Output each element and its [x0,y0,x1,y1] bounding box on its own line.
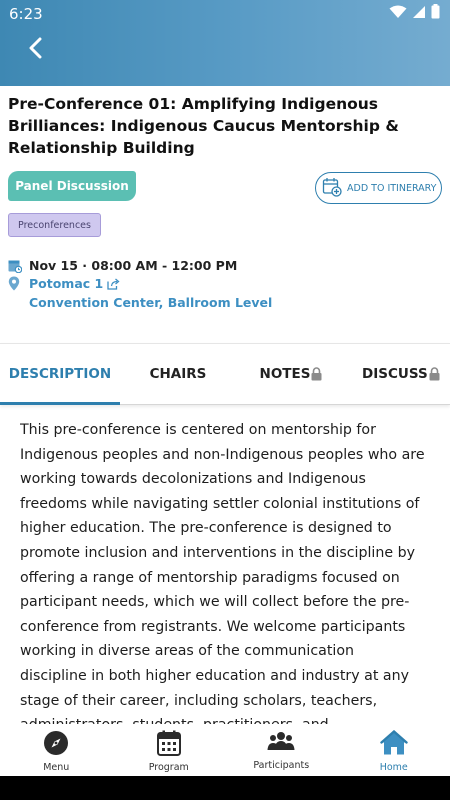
session-type-badge: Panel Discussion [8,171,136,201]
app-header: 6:23 [0,0,450,86]
tab-chairs-label: CHAIRS [149,366,207,382]
battery-icon [431,4,440,23]
add-to-itinerary-button[interactable]: ADD TO ITINERARY [315,172,442,204]
session-tabs: DESCRIPTION CHAIRS NOTES DISCUSS [0,343,450,405]
session-room: Potomac 1 [29,276,104,291]
session-title: Pre-Conference 01: Amplifying Indigenous… [8,95,399,157]
session-venue[interactable]: Convention Center, Ballroom Level [29,295,272,310]
wifi-icon [389,4,407,23]
share-icon [107,278,120,290]
people-icon [267,730,295,758]
category-tag[interactable]: Preconferences [8,213,101,237]
system-nav-bar [0,776,450,800]
nav-home-label: Home [379,762,408,773]
tab-notes-label: NOTES [259,366,311,382]
tab-discuss[interactable]: DISCUSS [346,344,450,404]
session-datetime: Nov 15 · 08:00 AM - 12:00 PM [29,258,238,273]
calendar-icon [156,730,181,760]
lock-icon [429,367,440,381]
tab-description[interactable]: DESCRIPTION [0,344,120,405]
nav-participants-label: Participants [253,760,310,771]
nav-menu-label: Menu [43,762,70,773]
back-button[interactable] [20,34,50,66]
session-description: This pre-conference is centered on mento… [20,422,425,724]
status-icons [389,4,440,23]
tab-notes[interactable]: NOTES [236,344,346,404]
bottom-nav: Menu Program Participants Home [0,724,450,776]
home-icon [380,730,408,760]
status-time: 6:23 [9,5,43,23]
lock-icon [311,367,322,381]
add-to-itinerary-label: ADD TO ITINERARY [347,182,437,194]
nav-program-label: Program [148,762,189,773]
signal-icon [412,4,426,23]
nav-program[interactable]: Program [113,724,226,776]
tab-description-label: DESCRIPTION [8,366,112,382]
nav-menu[interactable]: Menu [0,724,113,776]
session-datetime-row: Nov 15 · 08:00 AM - 12:00 PM [8,258,237,273]
compass-icon [43,730,69,760]
calendar-clock-icon [8,259,22,273]
location-pin-icon [8,276,20,291]
session-room-row[interactable]: Potomac 1 [8,276,120,291]
back-arrow-icon [27,37,43,63]
nav-home[interactable]: Home [338,724,450,776]
tab-discuss-label: DISCUSS [362,366,428,382]
calendar-add-icon [322,177,342,200]
nav-participants[interactable]: Participants [225,724,338,776]
tab-chairs[interactable]: CHAIRS [120,344,236,404]
